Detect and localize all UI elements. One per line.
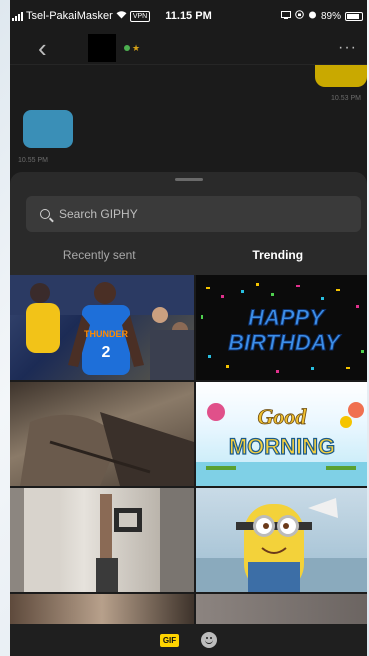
dancing-gif[interactable] [10, 488, 194, 592]
search-placeholder: Search GIPHY [59, 207, 138, 221]
sheet-drag-handle[interactable] [174, 178, 203, 181]
online-status-icon [124, 45, 130, 51]
minion-gif[interactable] [196, 488, 367, 592]
outgoing-message-time: 10.53 PM [331, 95, 361, 102]
vintage-gif[interactable] [10, 382, 194, 486]
star-icon: ★ [132, 42, 141, 53]
incoming-message-bubble[interactable] [23, 110, 73, 148]
message-list[interactable]: 10.53 PM 10.55 PM [10, 64, 367, 172]
avatar[interactable] [88, 34, 116, 62]
giphy-sheet: Search GIPHY Recently sent Trending THUN… [10, 172, 367, 656]
status-time: 11.15 PM [165, 10, 212, 22]
tab-trending[interactable]: Trending [189, 248, 368, 262]
carrier-name: Tsel-PakaiMasker [26, 10, 113, 22]
cast-icon [280, 10, 291, 22]
jersey-text: THUNDER [84, 329, 128, 339]
emoji-icon[interactable] [201, 632, 218, 648]
alarm-icon [308, 10, 317, 22]
basketball-gif[interactable]: THUNDER 2 [10, 275, 194, 380]
wifi-icon [116, 10, 127, 22]
tab-recently-sent[interactable]: Recently sent [10, 248, 189, 262]
vpn-badge: VPN [129, 10, 151, 22]
birthday-text: BIRTHDAY [228, 330, 342, 355]
gif-grid: THUNDER 2 HAPPY BIRTHDAY Good MORNING [10, 275, 367, 630]
morning-text: MORNING [229, 434, 335, 459]
incoming-message-time: 10.55 PM [18, 157, 48, 164]
chat-header: ‹ ★ ··· [10, 32, 367, 64]
signal-icon [12, 11, 23, 21]
giphy-search-input[interactable]: Search GIPHY [26, 196, 361, 232]
giphy-tabs: Recently sent Trending [10, 235, 367, 275]
battery-icon [345, 11, 363, 21]
outgoing-message-bubble[interactable] [315, 65, 367, 87]
back-button[interactable]: ‹ [38, 35, 66, 61]
giphy-footer-bar: GIF [10, 624, 367, 656]
happy-text: HAPPY [248, 305, 326, 330]
gif-tab-button[interactable]: GIF [159, 633, 180, 647]
orientation-lock-icon [295, 10, 304, 22]
more-options-button[interactable]: ··· [338, 39, 357, 57]
battery-percent: 89% [320, 10, 341, 22]
happy-birthday-gif[interactable]: HAPPY BIRTHDAY [196, 275, 367, 380]
good-morning-gif[interactable]: Good MORNING [196, 382, 367, 486]
jersey-number: 2 [102, 344, 111, 361]
good-text: Good [258, 404, 308, 429]
search-icon [40, 209, 50, 219]
status-bar: Tsel-PakaiMasker VPN 11.15 PM 89% [10, 0, 367, 32]
phone-screen: Tsel-PakaiMasker VPN 11.15 PM 89% ‹ ★ ··… [10, 0, 367, 656]
